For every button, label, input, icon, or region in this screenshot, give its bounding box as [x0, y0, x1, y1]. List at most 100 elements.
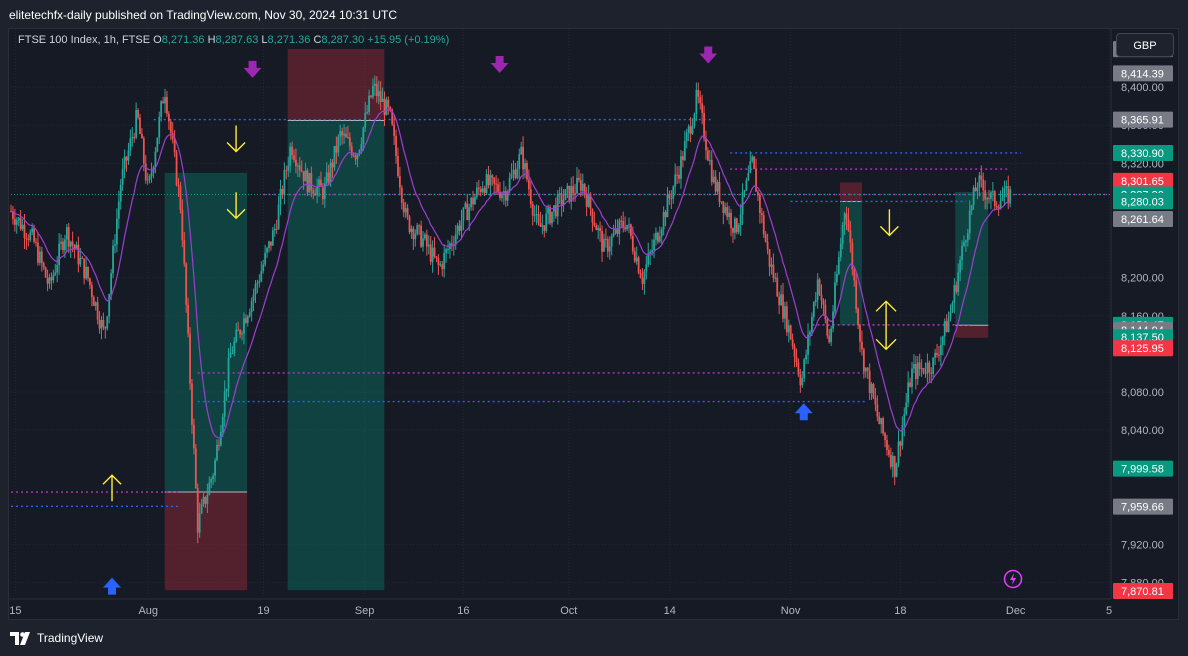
candle [177, 184, 180, 186]
candle [497, 184, 499, 193]
candle [373, 83, 376, 86]
candle [383, 98, 386, 115]
candle [810, 316, 813, 332]
candle [352, 155, 355, 157]
candle [747, 173, 750, 180]
candle [620, 220, 623, 222]
candle [782, 294, 784, 319]
candle [633, 251, 636, 262]
candle [381, 98, 384, 102]
candle [25, 237, 28, 239]
candle [227, 357, 230, 389]
price-tick-label: 8,080.00 [1121, 387, 1164, 399]
candle [48, 277, 51, 284]
candle [210, 479, 213, 483]
candle [907, 382, 910, 403]
candle [707, 150, 709, 161]
candle [337, 136, 340, 153]
candle [953, 285, 956, 304]
candle [237, 329, 240, 331]
candle [978, 175, 981, 188]
price-label: 8,280.03 [1121, 196, 1164, 208]
candle [27, 238, 30, 241]
candle [348, 137, 351, 147]
time-tick-label: 15 [9, 605, 21, 617]
candle [770, 264, 773, 267]
sell-signal-arrow-icon [490, 56, 509, 74]
price-chart[interactable]: 8,400.008,360.008,320.008,200.008,160.00… [9, 29, 1178, 619]
candle [920, 367, 923, 369]
candle [289, 146, 292, 166]
sell-signal-arrow-icon [243, 60, 262, 78]
candle [150, 172, 153, 177]
candle [710, 159, 713, 183]
candle [799, 374, 802, 386]
candle [429, 244, 432, 262]
candle [183, 240, 186, 264]
candle [926, 362, 929, 374]
candle [445, 249, 447, 254]
price-label: 8,330.90 [1121, 148, 1164, 160]
candle [789, 325, 792, 340]
candle [604, 238, 607, 240]
candle [185, 263, 188, 305]
candle [256, 282, 259, 285]
candle [991, 191, 994, 193]
candle [214, 460, 216, 476]
candle [916, 362, 919, 379]
candle [855, 280, 858, 309]
symbol-legend: FTSE 100 Index, 1h, FTSE O8,271.36 H8,28… [18, 34, 449, 46]
candle [514, 169, 517, 178]
candle [487, 174, 490, 186]
candle [818, 279, 821, 295]
candle [156, 137, 159, 152]
candle [936, 352, 938, 355]
candle [591, 209, 594, 223]
candle [200, 504, 203, 514]
candle [470, 197, 473, 208]
candle [974, 187, 977, 192]
candle [279, 188, 282, 205]
candle [104, 327, 107, 329]
candle [377, 91, 380, 97]
chart-area[interactable]: 8,400.008,360.008,320.008,200.008,160.00… [8, 28, 1179, 620]
candle [345, 133, 347, 138]
candle [141, 133, 143, 139]
candle [208, 482, 211, 495]
candle [235, 329, 238, 342]
currency-button[interactable]: GBP [1116, 33, 1174, 57]
candle [741, 191, 744, 215]
candle [772, 264, 775, 279]
candle [466, 203, 469, 221]
candle [853, 269, 856, 281]
candle [732, 228, 734, 233]
candle [77, 244, 80, 265]
candle [755, 168, 757, 192]
candle [395, 135, 397, 156]
candle [712, 176, 715, 183]
candle [547, 207, 550, 214]
candle [826, 319, 829, 336]
tradingview-logo[interactable]: TradingView [10, 631, 103, 645]
lightning-icon[interactable] [1003, 569, 1023, 589]
candle [422, 238, 424, 247]
candle [805, 354, 808, 360]
candle [874, 397, 877, 405]
candle [246, 316, 249, 323]
candle [728, 212, 731, 217]
candle [250, 300, 253, 313]
candle [560, 193, 563, 206]
candle [52, 274, 55, 281]
candle [356, 154, 359, 160]
candle [310, 173, 313, 191]
candle [425, 234, 428, 247]
candle [828, 335, 831, 343]
candle [468, 207, 471, 221]
candle [768, 249, 771, 267]
candle [824, 304, 827, 320]
candle [603, 238, 605, 252]
candle [341, 131, 344, 136]
candle [527, 179, 530, 190]
candle [947, 318, 950, 333]
candle [54, 272, 57, 275]
